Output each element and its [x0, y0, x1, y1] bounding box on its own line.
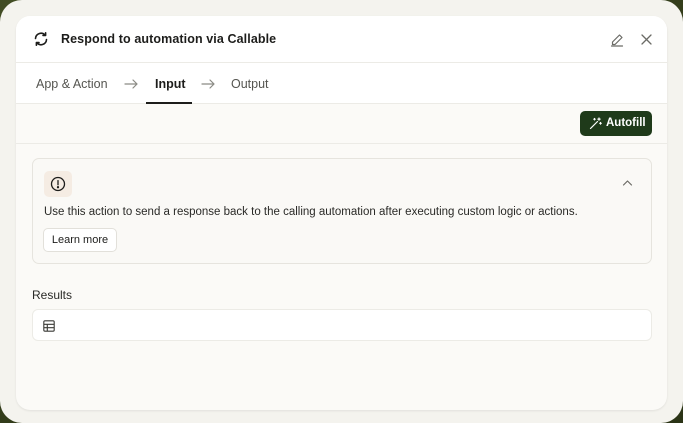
- sync-icon: [34, 31, 48, 46]
- autofill-button[interactable]: Autofill: [580, 111, 652, 136]
- pencil-icon[interactable]: [610, 33, 624, 47]
- step-output[interactable]: Output: [231, 77, 269, 91]
- action-info-card: Use this action to send a response back …: [32, 158, 652, 264]
- action-description: Use this action to send a response back …: [44, 206, 578, 218]
- dialog-header: Respond to automation via Callable: [16, 16, 667, 63]
- step-navigation: App & Action Input Output: [16, 63, 667, 104]
- arrow-right-icon: [124, 79, 138, 89]
- results-field[interactable]: [32, 309, 652, 341]
- step-input[interactable]: Input: [155, 77, 186, 91]
- chevron-up-icon[interactable]: [622, 179, 633, 187]
- alert-circle-icon: [50, 176, 66, 192]
- step-app-action[interactable]: App & Action: [36, 77, 108, 91]
- table-icon: [43, 320, 55, 332]
- close-icon[interactable]: [640, 33, 653, 46]
- wand-icon: [589, 117, 602, 130]
- results-label: Results: [32, 288, 73, 302]
- dialog-title: Respond to automation via Callable: [61, 32, 277, 46]
- input-toolbar: Autofill: [16, 104, 667, 144]
- arrow-right-icon: [201, 79, 215, 89]
- action-dialog: Respond to automation via Callable App &…: [16, 16, 667, 410]
- alert-badge: [44, 171, 72, 197]
- learn-more-button[interactable]: Learn more: [43, 228, 117, 252]
- autofill-label: Autofill: [606, 117, 646, 129]
- window-frame: Respond to automation via Callable App &…: [0, 0, 683, 423]
